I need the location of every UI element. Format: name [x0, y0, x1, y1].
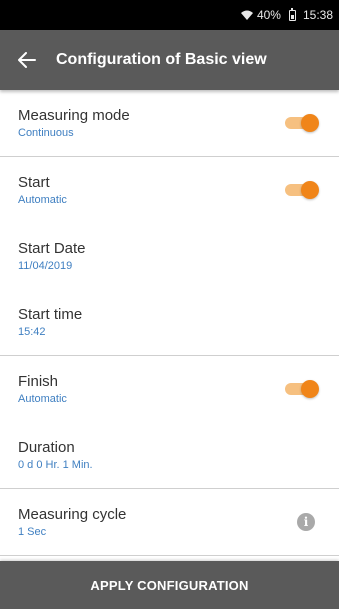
measuring-mode-toggle[interactable]	[285, 114, 319, 132]
back-button[interactable]	[14, 47, 40, 73]
setting-label: Duration	[18, 439, 75, 456]
setting-start[interactable]: Start Automatic	[0, 157, 339, 223]
setting-label: Start	[18, 174, 50, 191]
setting-value: Continuous	[18, 127, 74, 139]
setting-value: 11/04/2019	[18, 260, 73, 272]
page-title: Configuration of Basic view	[56, 51, 267, 68]
setting-measuring-cycle[interactable]: Measuring cycle 1 Sec i	[0, 489, 339, 555]
setting-label: Start Date	[18, 240, 86, 257]
setting-value: 15:42	[18, 326, 46, 338]
setting-label: Start time	[18, 306, 83, 323]
start-toggle[interactable]	[285, 181, 319, 199]
wifi-icon	[240, 10, 253, 20]
apply-configuration-button[interactable]: APPLY CONFIGURATION	[0, 561, 339, 609]
setting-value: 0 d 0 Hr. 1 Min.	[18, 459, 93, 471]
setting-label: Measuring cycle	[18, 506, 127, 523]
setting-start-date[interactable]: Start Date 11/04/2019	[0, 223, 339, 289]
finish-toggle[interactable]	[285, 380, 319, 398]
setting-label: Finish	[18, 373, 59, 390]
setting-value: Automatic	[18, 393, 67, 405]
arrow-left-icon	[18, 52, 36, 68]
divider	[0, 555, 339, 556]
app-bar: Configuration of Basic view	[0, 30, 339, 90]
setting-finish[interactable]: Finish Automatic	[0, 356, 339, 422]
battery-icon	[288, 7, 296, 21]
settings-list: Measuring mode Continuous Start Automati…	[0, 90, 339, 556]
setting-measuring-mode[interactable]: Measuring mode Continuous	[0, 90, 339, 156]
info-icon[interactable]: i	[297, 513, 315, 531]
setting-start-time[interactable]: Start time 15:42	[0, 289, 339, 355]
setting-value: 1 Sec	[18, 526, 47, 538]
setting-duration[interactable]: Duration 0 d 0 Hr. 1 Min.	[0, 422, 339, 488]
setting-label: Measuring mode	[18, 107, 130, 124]
battery-percent: 40%	[256, 8, 281, 22]
clock: 15:38	[302, 8, 333, 22]
setting-value: Automatic	[18, 194, 67, 206]
status-bar: 40% 15:38	[0, 0, 339, 30]
